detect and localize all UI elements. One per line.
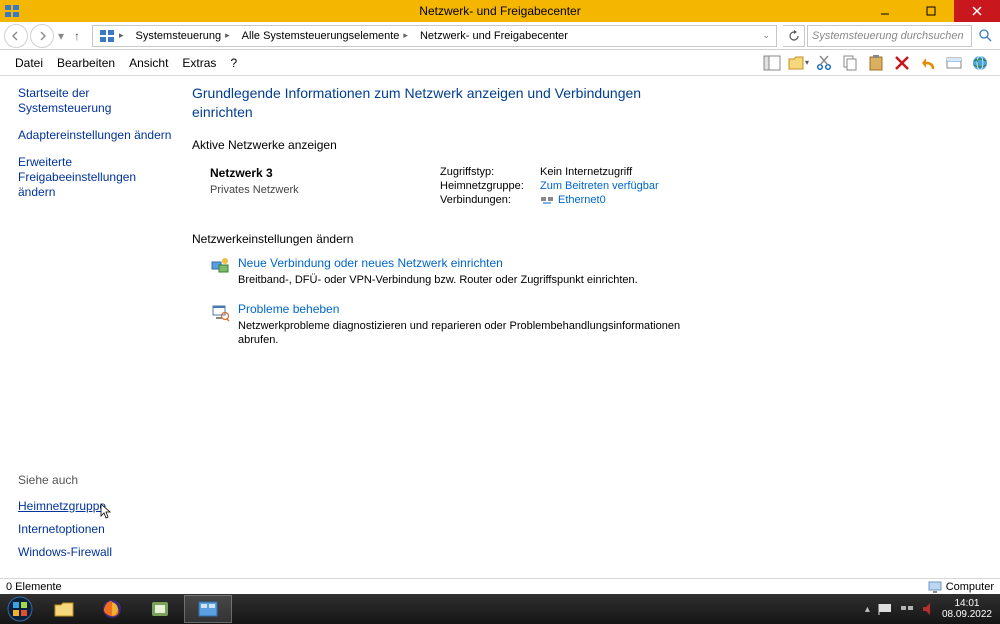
computer-icon bbox=[928, 581, 942, 593]
maximize-button[interactable] bbox=[908, 0, 954, 22]
seealso-link-firewall[interactable]: Windows-Firewall bbox=[18, 545, 174, 560]
window-title: Netzwerk- und Freigabecenter bbox=[419, 4, 580, 18]
search-input[interactable] bbox=[812, 30, 967, 42]
homegroup-link[interactable]: Zum Beitreten verfügbar bbox=[540, 180, 659, 192]
network-type: Privates Netzwerk bbox=[210, 184, 440, 196]
ethernet-icon bbox=[540, 194, 554, 206]
taskbar-item-firefox[interactable] bbox=[88, 595, 136, 623]
breadcrumb-item[interactable]: Netzwerk- und Freigabecenter bbox=[414, 30, 574, 42]
folder-views-icon[interactable]: ▾ bbox=[786, 52, 810, 74]
taskbar-item-control-panel[interactable] bbox=[184, 595, 232, 623]
taskbar-item-explorer[interactable] bbox=[40, 595, 88, 623]
menu-edit[interactable]: Bearbeiten bbox=[50, 53, 122, 73]
up-button[interactable]: ↑ bbox=[68, 29, 86, 43]
menu-extras[interactable]: Extras bbox=[175, 53, 223, 73]
action-new-connection[interactable]: Neue Verbindung oder neues Netzwerk einr… bbox=[210, 256, 980, 288]
panel-icon[interactable] bbox=[760, 52, 784, 74]
action-troubleshoot[interactable]: Probleme beheben Netzwerkprobleme diagno… bbox=[210, 302, 980, 349]
navbar: ▾ ↑ ▸ Systemsteuerung ▸ Alle Systemsteue… bbox=[0, 22, 1000, 50]
homegroup-label: Heimnetzgruppe: bbox=[440, 180, 540, 192]
connections-label: Verbindungen: bbox=[440, 194, 540, 206]
search-box[interactable] bbox=[807, 25, 972, 47]
content: Grundlegende Informationen zum Netzwerk … bbox=[186, 76, 1000, 578]
network-name: Netzwerk 3 bbox=[210, 166, 440, 180]
close-button[interactable] bbox=[954, 0, 1000, 22]
tray-volume-icon[interactable] bbox=[922, 602, 934, 616]
action-title: Neue Verbindung oder neues Netzwerk einr… bbox=[238, 256, 638, 270]
sidebar-link-adapter[interactable]: Adaptereinstellungen ändern bbox=[18, 128, 174, 143]
statusbar: 0 Elemente Computer bbox=[0, 578, 1000, 594]
recent-dropdown[interactable]: ▾ bbox=[56, 29, 66, 43]
menubar: Datei Bearbeiten Ansicht Extras ? ▾ bbox=[0, 50, 1000, 76]
seealso-label: Siehe auch bbox=[18, 473, 174, 487]
breadcrumb-item[interactable]: Alle Systemsteuerungselemente ▸ bbox=[236, 30, 414, 42]
breadcrumb-history-dropdown[interactable]: ⌄ bbox=[756, 30, 776, 41]
forward-button[interactable] bbox=[30, 24, 54, 48]
network-panel: Netzwerk 3 Privates Netzwerk Zugriffstyp… bbox=[210, 166, 980, 208]
sidebar-link-home[interactable]: Startseite der Systemsteuerung bbox=[18, 86, 174, 116]
status-left: 0 Elemente bbox=[6, 581, 62, 593]
sidebar-link-sharing[interactable]: Erweiterte Freigabeeinstellungen ändern bbox=[18, 155, 174, 200]
breadcrumb-icon: ▸ bbox=[93, 28, 130, 44]
settings-label: Netzwerkeinstellungen ändern bbox=[192, 232, 980, 246]
paste-icon[interactable] bbox=[864, 52, 888, 74]
access-value: Kein Internetzugriff bbox=[540, 166, 632, 178]
globe-icon[interactable] bbox=[968, 52, 992, 74]
copy-icon[interactable] bbox=[838, 52, 862, 74]
taskbar-item-app1[interactable] bbox=[136, 595, 184, 623]
tray-chevron-icon[interactable]: ▴ bbox=[865, 604, 870, 615]
breadcrumb[interactable]: ▸ Systemsteuerung ▸ Alle Systemsteuerung… bbox=[92, 25, 777, 47]
delete-icon[interactable] bbox=[890, 52, 914, 74]
properties-icon[interactable] bbox=[942, 52, 966, 74]
search-icon[interactable] bbox=[974, 25, 996, 47]
troubleshoot-icon bbox=[210, 302, 238, 349]
tray-clock[interactable]: 14:01 08.09.2022 bbox=[942, 598, 992, 620]
tray-flag-icon[interactable] bbox=[878, 603, 892, 615]
breadcrumb-item[interactable]: Systemsteuerung ▸ bbox=[130, 30, 236, 42]
cut-icon[interactable] bbox=[812, 52, 836, 74]
connection-link[interactable]: Ethernet0 bbox=[558, 194, 606, 206]
access-label: Zugriffstyp: bbox=[440, 166, 540, 178]
menu-file[interactable]: Datei bbox=[8, 53, 50, 73]
menu-help[interactable]: ? bbox=[223, 53, 244, 73]
cursor-icon bbox=[100, 503, 114, 521]
new-connection-icon bbox=[210, 256, 238, 288]
tray-network-icon[interactable] bbox=[900, 603, 914, 615]
taskbar: ▴ 14:01 08.09.2022 bbox=[0, 594, 1000, 624]
action-title: Probleme beheben bbox=[238, 302, 688, 316]
seealso-link-homegroup[interactable]: Heimnetzgruppe bbox=[18, 499, 174, 514]
undo-icon[interactable] bbox=[916, 52, 940, 74]
action-desc: Netzwerkprobleme diagnostizieren und rep… bbox=[238, 319, 688, 349]
menu-view[interactable]: Ansicht bbox=[122, 53, 175, 73]
refresh-button[interactable] bbox=[783, 25, 805, 47]
back-button[interactable] bbox=[4, 24, 28, 48]
seealso-link-internet[interactable]: Internetoptionen bbox=[18, 522, 174, 537]
status-right: Computer bbox=[946, 581, 994, 593]
sidebar: Startseite der Systemsteuerung Adapterei… bbox=[0, 76, 186, 578]
page-heading: Grundlegende Informationen zum Netzwerk … bbox=[192, 84, 672, 122]
titlebar: Netzwerk- und Freigabecenter bbox=[0, 0, 1000, 22]
start-button[interactable] bbox=[0, 594, 40, 624]
minimize-button[interactable] bbox=[862, 0, 908, 22]
action-desc: Breitband-, DFÜ- oder VPN-Verbindung bzw… bbox=[238, 273, 638, 288]
active-networks-label: Aktive Netzwerke anzeigen bbox=[192, 138, 980, 152]
window-icon bbox=[4, 3, 20, 19]
